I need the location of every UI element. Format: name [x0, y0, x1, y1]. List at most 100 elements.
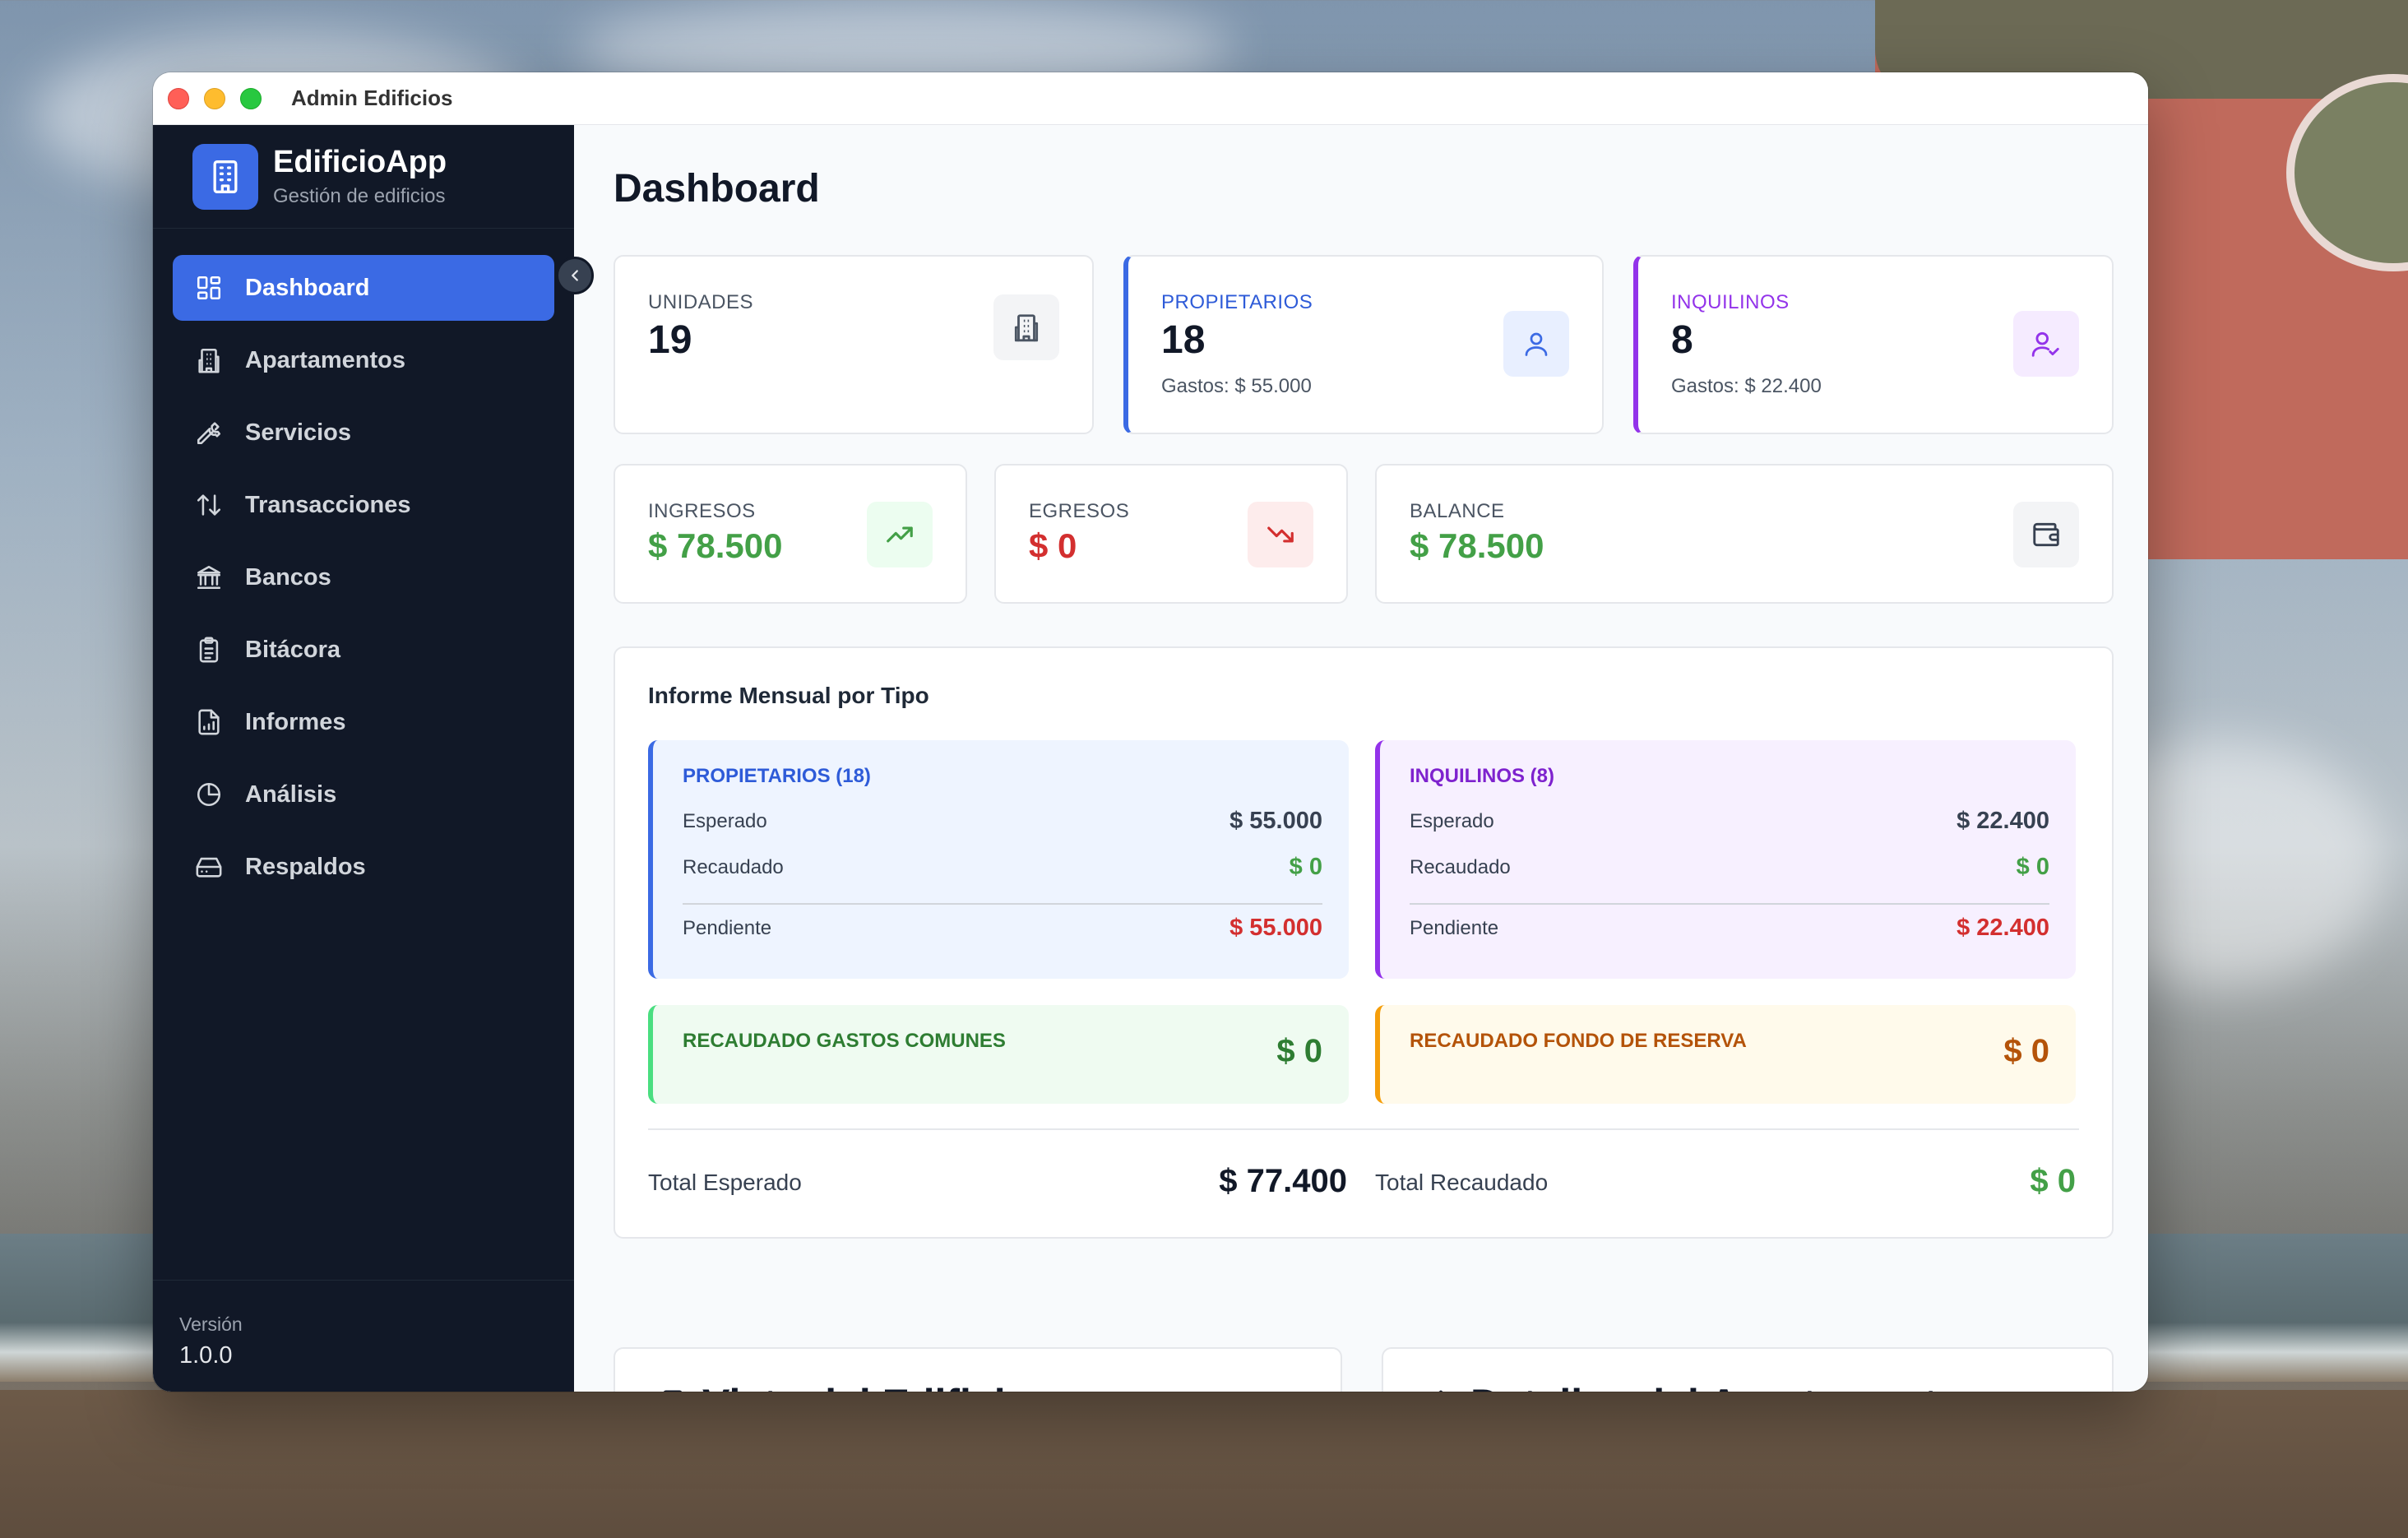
- trending-up-icon: [867, 502, 933, 567]
- collected-row: Recaudado $ 0: [683, 854, 1322, 881]
- pending-label: Pendiente: [1410, 916, 1499, 939]
- main-content: Dashboard UNIDADES 19 PROPIETARIOS 18 Ga…: [574, 125, 2148, 1392]
- sidebar-item-transacciones[interactable]: Transacciones: [173, 472, 554, 538]
- collected-label: Recaudado: [1410, 855, 1511, 878]
- building-logo-icon: [192, 143, 258, 210]
- money-card-ingresos: INGRESOS $ 78.500: [614, 464, 967, 604]
- report-title: Informe Mensual por Tipo: [648, 683, 929, 708]
- zoom-window-button[interactable]: [240, 87, 262, 109]
- version-value: 1.0.0: [179, 1342, 233, 1369]
- total-collected-label: Total Recaudado: [1375, 1170, 1549, 1195]
- page-title: Dashboard: [614, 167, 820, 211]
- sidebar-item-respaldos[interactable]: Respaldos: [173, 834, 554, 900]
- wrench-icon: [192, 416, 225, 449]
- money-card-balance: BALANCE $ 78.500: [1375, 464, 2114, 604]
- user-check-icon: [2013, 311, 2079, 377]
- home-icon: [1423, 1386, 1459, 1392]
- card-title: Detalles del Apartamento: [1470, 1380, 1962, 1392]
- stat-subtext: Gastos: $ 22.400: [1671, 375, 1822, 397]
- sidebar-item-label: Informes: [245, 708, 346, 735]
- fondo-reserva-summary: RECAUDADO FONDO DE RESERVA $ 0: [1375, 1005, 2076, 1104]
- brand-subtitle: Gestión de edificios: [273, 185, 446, 207]
- expected-label: Esperado: [1410, 809, 1494, 832]
- building-icon: [655, 1386, 691, 1392]
- stat-subtext: Gastos: $ 55.000: [1161, 375, 1312, 397]
- money-card-egresos: EGRESOS $ 0: [994, 464, 1348, 604]
- chevron-left-icon: [572, 270, 578, 281]
- summary-title: PROPIETARIOS (18): [683, 765, 871, 787]
- clipboard-icon: [192, 633, 225, 666]
- divider: [1410, 903, 2049, 905]
- sidebar-footer: Versión 1.0.0: [153, 1280, 574, 1392]
- pending-value: $ 22.400: [1956, 915, 2049, 941]
- propietarios-summary: PROPIETARIOS (18) Esperado $ 55.000 Reca…: [648, 740, 1349, 979]
- sidebar-item-label: Servicios: [245, 419, 351, 446]
- sidebar-item-informes[interactable]: Informes: [173, 689, 554, 755]
- stat-value: 8: [1671, 318, 1693, 362]
- divider: [648, 1128, 2079, 1130]
- wallet-icon: [2013, 502, 2079, 567]
- window-title: Admin Edificios: [291, 86, 453, 110]
- title-bar: Admin Edificios: [153, 72, 2148, 125]
- bank-icon: [192, 561, 225, 594]
- expected-value: $ 22.400: [1956, 808, 2049, 834]
- sidebar-item-label: Análisis: [245, 781, 337, 808]
- building-view-card: Vista del Edificio: [614, 1347, 1342, 1392]
- summary-value: $ 0: [2003, 1033, 2049, 1069]
- summary-title: RECAUDADO FONDO DE RESERVA: [1410, 1030, 1747, 1052]
- pending-row: Pendiente $ 22.400: [1410, 915, 2049, 942]
- expected-row: Esperado $ 55.000: [683, 808, 1322, 835]
- sidebar-item-bancos[interactable]: Bancos: [173, 544, 554, 610]
- total-expected-value: $ 77.400: [1219, 1163, 1347, 1199]
- total-expected-label: Total Esperado: [648, 1170, 802, 1195]
- monthly-report-card: Informe Mensual por Tipo PROPIETARIOS (1…: [614, 646, 2114, 1239]
- expected-label: Esperado: [683, 809, 767, 832]
- money-value: $ 78.500: [648, 526, 783, 565]
- money-label: BALANCE: [1410, 500, 1505, 522]
- sidebar-item-label: Respaldos: [245, 853, 366, 880]
- summary-value: $ 0: [1276, 1033, 1322, 1069]
- money-label: INGRESOS: [648, 500, 756, 522]
- money-label: EGRESOS: [1029, 500, 1130, 522]
- sidebar-item-apartamentos[interactable]: Apartamentos: [173, 327, 554, 393]
- sidebar: EdificioApp Gestión de edificios Dashboa…: [153, 125, 574, 1392]
- stat-value: 19: [648, 318, 692, 362]
- stat-label: PROPIETARIOS: [1161, 291, 1313, 313]
- pie-chart-icon: [192, 778, 225, 811]
- user-icon: [1503, 311, 1569, 377]
- card-title: Vista del Edificio: [702, 1380, 1030, 1392]
- collapse-sidebar-button[interactable]: [556, 257, 594, 294]
- sidebar-item-bitacora[interactable]: Bitácora: [173, 617, 554, 683]
- brand-name: EdificioApp: [273, 145, 447, 179]
- apartment-details-card: Detalles del Apartamento: [1382, 1347, 2114, 1392]
- dashboard-icon: [192, 271, 225, 304]
- collected-label: Recaudado: [683, 855, 784, 878]
- report-file-icon: [192, 706, 225, 739]
- summary-title: INQUILINOS (8): [1410, 765, 1555, 787]
- collected-value: $ 0: [1289, 854, 1322, 880]
- stat-value: 18: [1161, 318, 1206, 362]
- minimize-window-button[interactable]: [204, 87, 225, 109]
- hard-drive-icon: [192, 850, 225, 883]
- pending-value: $ 55.000: [1229, 915, 1322, 941]
- total-collected-value: $ 0: [2030, 1163, 2076, 1199]
- collected-value: $ 0: [2016, 854, 2049, 880]
- sidebar-item-servicios[interactable]: Servicios: [173, 400, 554, 466]
- sidebar-item-analisis[interactable]: Análisis: [173, 762, 554, 827]
- stat-card-inquilinos: INQUILINOS 8 Gastos: $ 22.400: [1633, 255, 2114, 434]
- expected-row: Esperado $ 22.400: [1410, 808, 2049, 835]
- close-window-button[interactable]: [168, 87, 189, 109]
- stat-label: UNIDADES: [648, 291, 754, 313]
- version-label: Versión: [179, 1313, 243, 1335]
- building-icon: [993, 294, 1059, 360]
- gastos-comunes-summary: RECAUDADO GASTOS COMUNES $ 0: [648, 1005, 1349, 1104]
- pending-row: Pendiente $ 55.000: [683, 915, 1322, 942]
- brand: EdificioApp Gestión de edificios: [153, 125, 574, 229]
- sidebar-item-label: Bitácora: [245, 636, 341, 663]
- arrows-up-down-icon: [192, 489, 225, 521]
- stat-card-propietarios: PROPIETARIOS 18 Gastos: $ 55.000: [1123, 255, 1604, 434]
- sidebar-item-dashboard[interactable]: Dashboard: [173, 255, 554, 321]
- money-value: $ 0: [1029, 526, 1077, 565]
- trending-down-icon: [1248, 502, 1313, 567]
- summary-title: RECAUDADO GASTOS COMUNES: [683, 1030, 1006, 1052]
